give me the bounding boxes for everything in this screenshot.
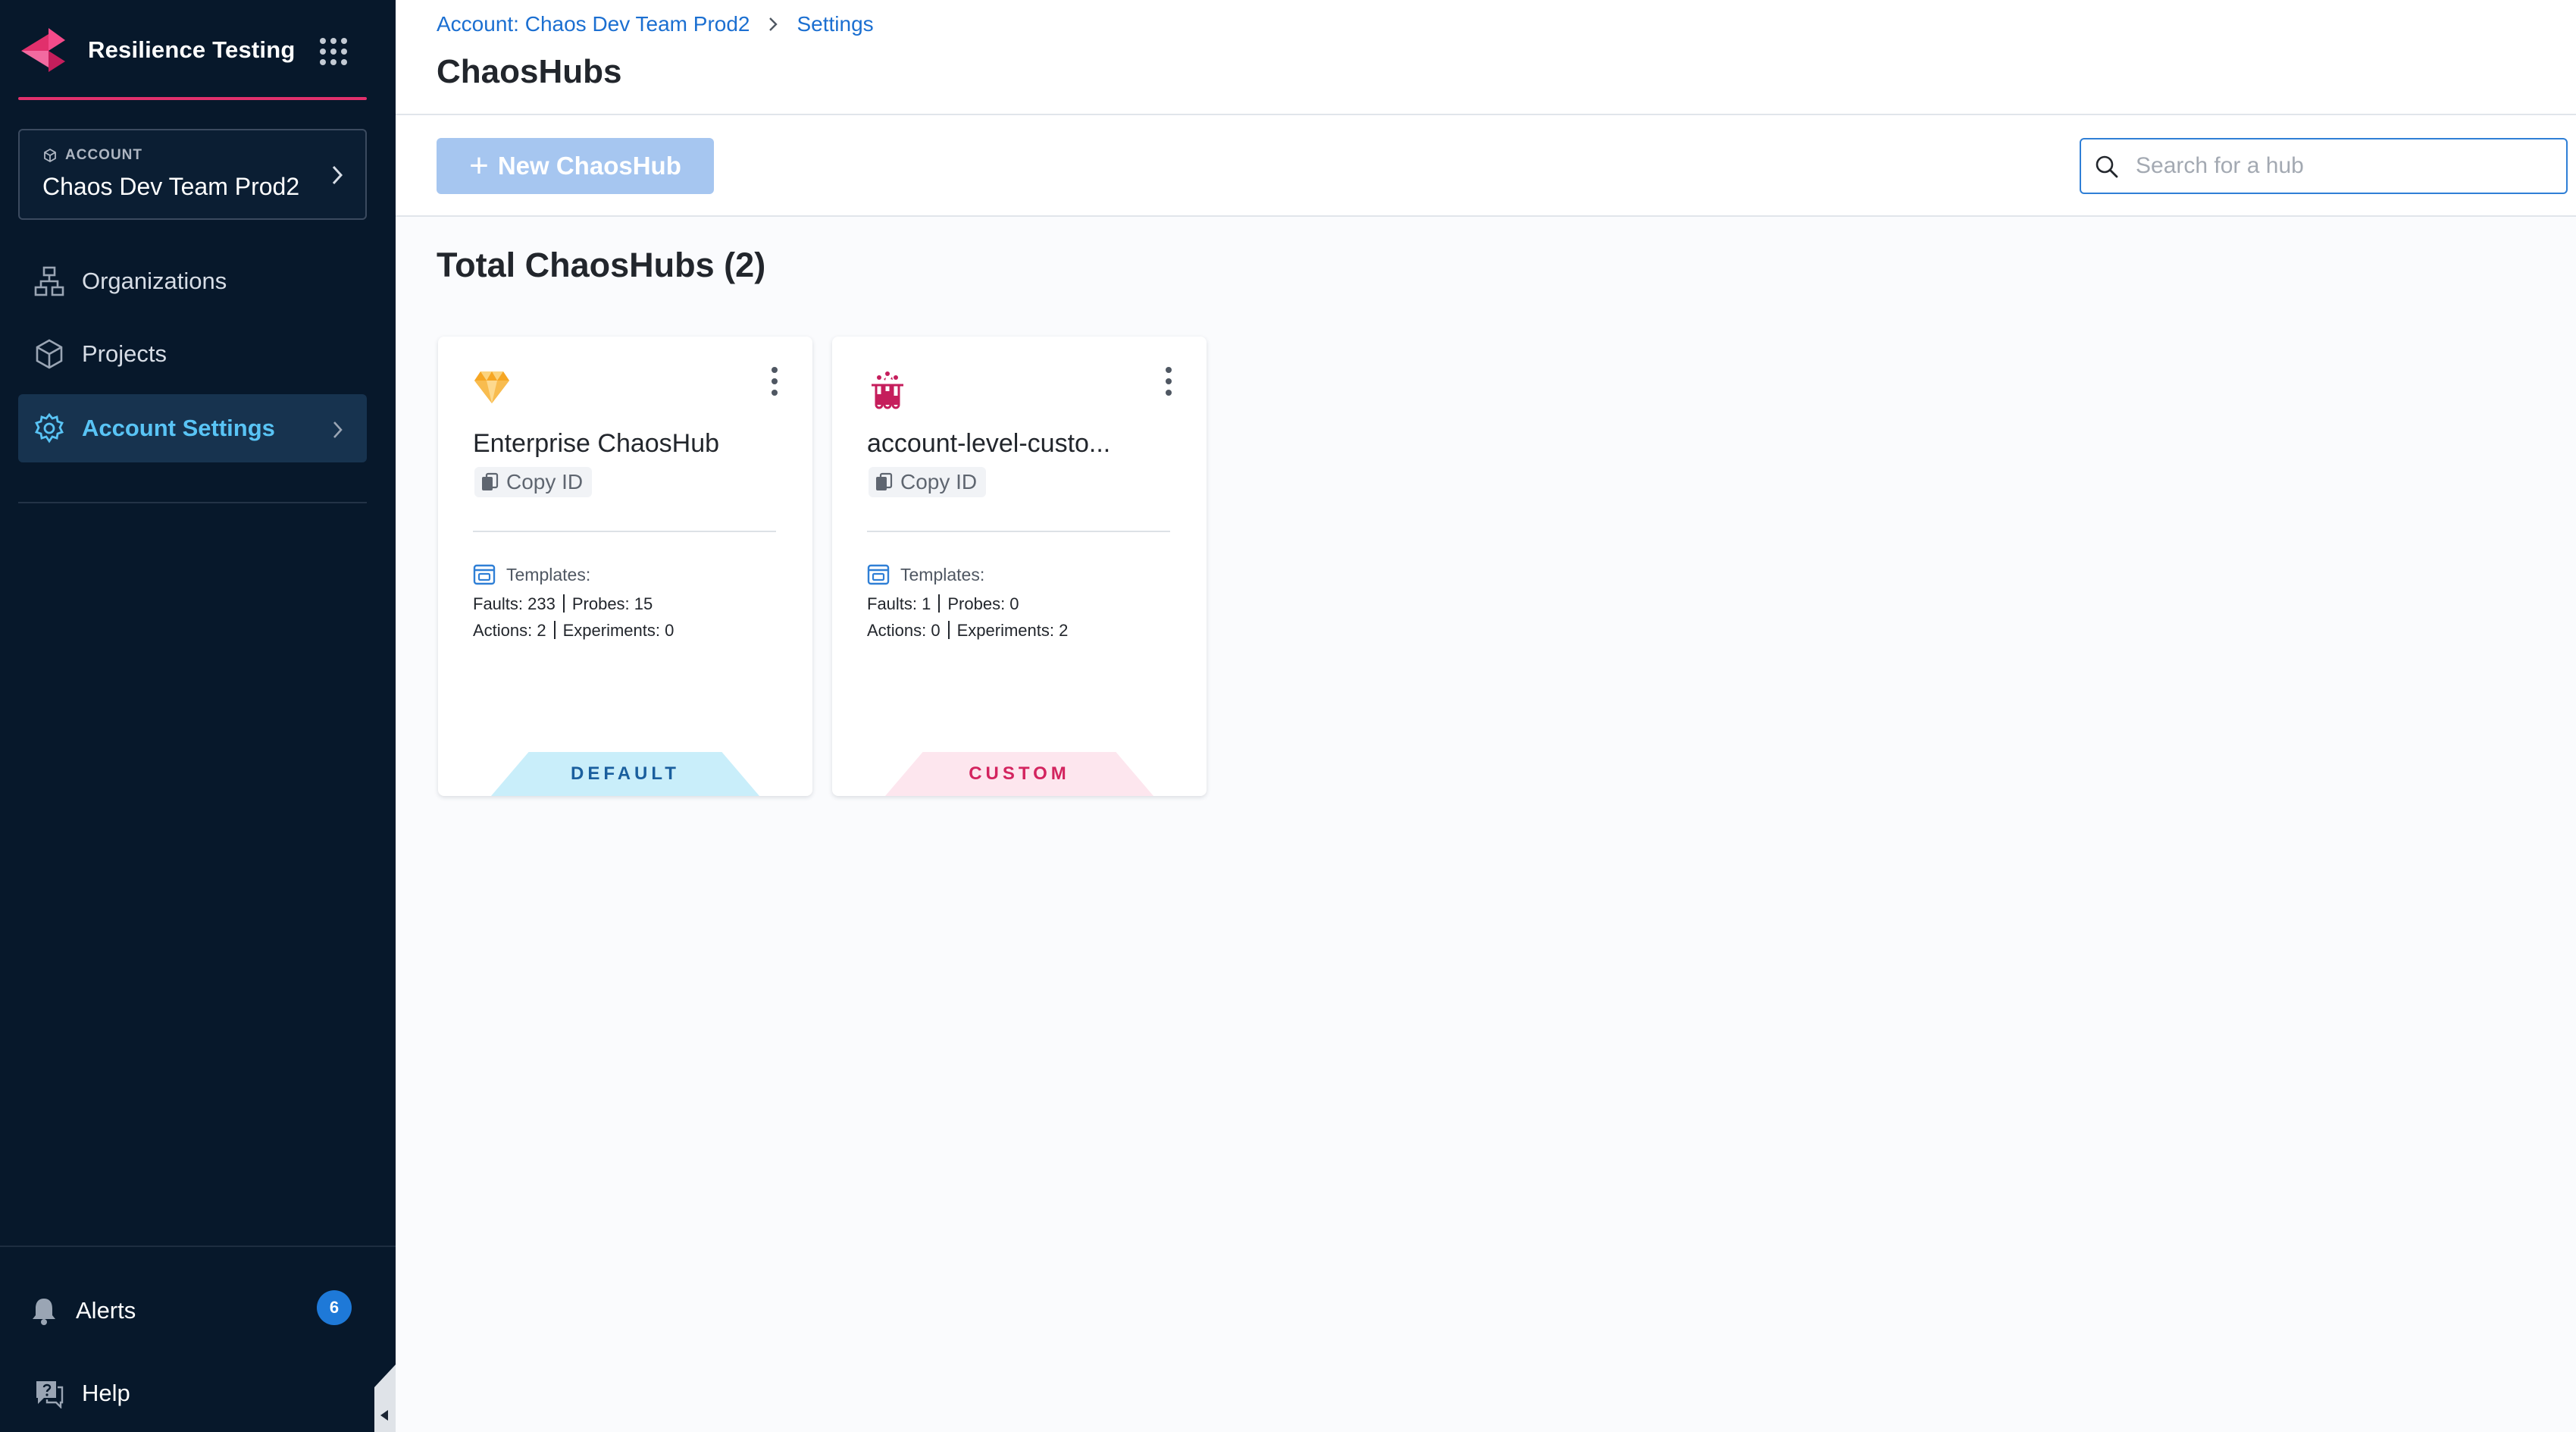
templates-icon [867, 564, 890, 585]
breadcrumb-settings[interactable]: Settings [797, 12, 873, 36]
sidebar-item-organizations[interactable]: Organizations [18, 247, 367, 315]
plus-icon: + [469, 147, 489, 184]
diamond-icon [474, 371, 509, 403]
hub-type-tag: DEFAULT [491, 752, 759, 796]
stat-separator [562, 594, 565, 613]
stat-separator [947, 621, 950, 639]
account-switcher[interactable]: ACCOUNT Chaos Dev Team Prod2 [18, 129, 367, 220]
experiments-count: Experiments: 2 [956, 621, 1069, 640]
page-title: ChaosHubs [437, 53, 622, 90]
organizations-icon [34, 266, 64, 296]
help-icon [36, 1381, 64, 1408]
new-chaoshub-button[interactable]: + New ChaosHub [437, 138, 714, 194]
faults-count: Faults: 1 [867, 594, 931, 613]
templates-label: Templates: [506, 564, 591, 584]
stat-separator [938, 594, 941, 613]
search-box[interactable] [2080, 138, 2568, 194]
toolbar: + New ChaosHub [396, 115, 2576, 217]
section-title: Total ChaosHubs (2) [437, 246, 766, 284]
hub-card-enterprise[interactable]: Enterprise ChaosHub Copy ID Templates: F… [438, 337, 812, 796]
chevron-right-icon [333, 421, 343, 438]
templates-label: Templates: [900, 564, 985, 584]
copy-icon [482, 472, 499, 490]
templates-icon [473, 564, 496, 585]
sidebar: Resilience Testing ACCOUNT Chaos Dev Tea… [0, 0, 396, 1432]
test-tubes-icon [872, 371, 903, 409]
gear-icon [35, 412, 64, 443]
experiments-count: Experiments: 0 [562, 621, 675, 640]
stat-line-faults-probes: Faults: 233 Probes: 15 [473, 594, 653, 614]
copy-id-label: Copy ID [506, 470, 584, 494]
stat-line-faults-probes: Faults: 1 Probes: 0 [867, 594, 1019, 614]
chevron-right-icon [332, 165, 343, 185]
templates-label-row: Templates: [473, 564, 590, 585]
sidebar-bottom-divider [0, 1246, 396, 1247]
chevron-right-icon [769, 17, 778, 31]
sidebar-item-account-settings[interactable]: Account Settings [18, 394, 367, 462]
breadcrumb: Account: Chaos Dev Team Prod2 Settings [437, 12, 874, 36]
copy-id-label: Copy ID [900, 470, 978, 494]
brand[interactable]: Resilience Testing [18, 23, 367, 77]
actions-count: Actions: 2 [473, 621, 546, 640]
stat-line-actions-experiments: Actions: 0 Experiments: 2 [867, 621, 1068, 641]
new-chaoshub-label: New ChaosHub [497, 152, 681, 180]
hub-name: account-level-custo... [867, 429, 1111, 458]
brand-underline [18, 97, 367, 100]
hub-type-tag: CUSTOM [885, 752, 1153, 796]
bell-icon [33, 1299, 55, 1325]
main-content: Account: Chaos Dev Team Prod2 Settings C… [396, 0, 2576, 1432]
account-name: Chaos Dev Team Prod2 [42, 173, 300, 200]
account-label: ACCOUNT [65, 147, 142, 163]
sidebar-item-projects[interactable]: Projects [18, 320, 367, 388]
account-label-row: ACCOUNT [42, 147, 142, 164]
faults-count: Faults: 233 [473, 594, 556, 613]
apps-grid-icon[interactable] [318, 36, 349, 67]
breadcrumb-account[interactable]: Account: Chaos Dev Team Prod2 [437, 12, 750, 36]
actions-count: Actions: 0 [867, 621, 941, 640]
alerts-label: Alerts [76, 1297, 136, 1324]
page-header: Account: Chaos Dev Team Prod2 Settings C… [396, 0, 2576, 115]
sidebar-item-label: Projects [82, 340, 167, 367]
card-divider [473, 531, 776, 532]
copy-icon [876, 472, 893, 490]
stat-separator [553, 621, 556, 639]
sidebar-item-help[interactable]: Help [33, 1378, 130, 1408]
projects-icon [36, 339, 63, 369]
card-divider [867, 531, 1170, 532]
sidebar-item-label: Account Settings [82, 415, 275, 441]
more-options-icon[interactable] [767, 365, 782, 397]
stat-line-actions-experiments: Actions: 2 Experiments: 0 [473, 621, 674, 641]
search-icon [2096, 155, 2118, 178]
sidebar-item-label: Organizations [82, 268, 227, 294]
help-label: Help [82, 1380, 130, 1406]
collapse-sidebar-icon[interactable] [374, 1365, 396, 1432]
probes-count: Probes: 15 [571, 594, 653, 613]
account-cube-icon [44, 148, 56, 163]
hub-name: Enterprise ChaosHub [473, 429, 720, 458]
copy-id-button[interactable]: Copy ID [869, 467, 987, 497]
search-input[interactable] [2134, 147, 2559, 185]
more-options-icon[interactable] [1161, 365, 1176, 397]
templates-label-row: Templates: [867, 564, 984, 585]
probes-count: Probes: 0 [947, 594, 1019, 613]
hub-card-custom[interactable]: account-level-custo... Copy ID Templates… [832, 337, 1207, 796]
app-name: Resilience Testing [88, 36, 296, 63]
copy-id-button[interactable]: Copy ID [474, 467, 593, 497]
sidebar-item-alerts[interactable]: Alerts 6 [30, 1290, 356, 1325]
harness-logo-icon [21, 28, 65, 72]
alerts-count-badge: 6 [317, 1290, 352, 1325]
sidebar-divider [18, 502, 367, 503]
